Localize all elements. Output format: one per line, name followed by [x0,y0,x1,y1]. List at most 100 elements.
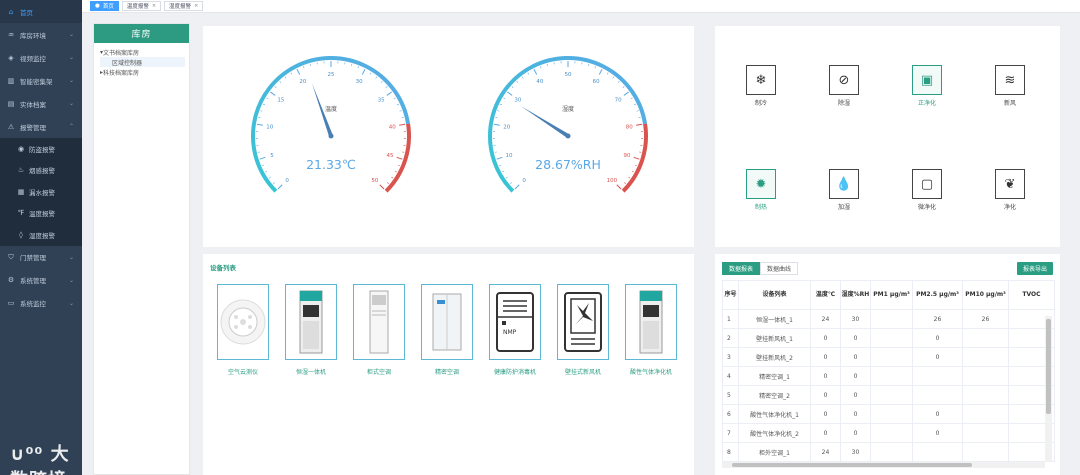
gauge-tick [273,182,275,185]
column-header[interactable]: PM1 μg/m³ [870,280,913,310]
tree-node[interactable]: 区域控制器 [100,57,185,67]
sidebar-item-2[interactable]: ◈ 视频监控 ⌄ [0,46,82,69]
sidebar-item2-2[interactable]: ▭ 系统监控 ⌄ [0,292,82,315]
tab-data-curve[interactable]: 数据曲线 [760,262,799,275]
disinfection-icon: NMP [489,284,541,360]
device-toggle-leaf[interactable]: ❦ 净化 [980,169,1040,211]
sidebar-item-5[interactable]: ⚠ 报警管理 ⌃ [0,115,82,138]
equipment-item[interactable]: 空气云测仪 [217,284,269,376]
tag-2[interactable]: 湿度报警 × [164,1,204,11]
gauge-tick [268,176,271,179]
equipment-item[interactable]: 恒湿一体机 [285,284,337,376]
column-header[interactable]: TVOC [1008,280,1055,310]
alarm-icon: ⚠ [7,122,15,131]
tree-node-label: 文书档案库房 [103,49,140,57]
column-header[interactable]: 温度℃ [810,280,841,310]
equipment-item[interactable]: NMP 健康防护消毒机 [489,284,541,376]
sidebar-item2-1[interactable]: ⚙ 系统管理 ⌄ [0,269,82,292]
tag-1[interactable]: 温度报警 × [121,1,162,11]
gauge-tick-label: 50 [371,178,378,184]
sidebar-subitem-1[interactable]: ♨ 烟感报警 [0,159,82,181]
gauge-panel: 0 5 10 15 20 25 30 35 40 45 50 温度 21.33℃ 0 10 20 30 40 50 6… [203,26,694,247]
table-cell: 0 [810,347,841,367]
monitor-icon: ▭ [7,299,15,307]
equipment-item[interactable]: 柜式空调 [353,284,405,376]
device-toggle-droplets[interactable]: 💧 加湿 [814,169,874,211]
device-toggle-snowflake[interactable]: ❄ 制冷 [731,65,791,107]
export-report-button[interactable]: 报表导出 [1016,262,1053,275]
equipment-item[interactable]: 壁挂式新风机 [557,284,609,376]
gauge-tick-label: 20 [299,79,306,85]
sidebar-item-4[interactable]: ▤ 实体档案 ⌄ [0,92,82,115]
tag-0[interactable]: ● 首页 [90,1,119,11]
sidebar-subitem-label: 温度报警 [29,210,55,219]
table-cell: 1 [722,309,739,329]
device-toggle-sun[interactable]: ✹ 制热 [731,169,791,211]
table-row[interactable]: 4 精密空调_1 0 0 [722,366,1055,386]
gauge-tick [296,68,301,75]
tab-data-report[interactable]: 数据报表 [722,262,761,275]
chevron-down-icon: ⌄ [68,299,74,307]
equipment-label: 空气云测仪 [227,369,258,376]
table-cell [870,442,913,462]
table-cell: 0 [810,423,841,443]
device-toggle-dehumidify[interactable]: ⊘ 除湿 [814,65,874,107]
column-header[interactable]: 设备列表 [738,280,811,310]
column-header[interactable]: PM10 μg/m³ [962,280,1009,310]
table-cell: 0 [912,404,963,424]
table-row[interactable]: 2 壁挂新风机_1 0 0 0 [722,328,1055,348]
close-icon[interactable]: × [152,3,156,9]
gauge-tick [266,97,269,100]
chevron-down-icon: ⌄ [68,100,74,107]
table-cell: 0 [840,347,871,367]
equipment-item[interactable]: 酸性气体净化机 [625,284,677,376]
table-row[interactable]: 5 精密空调_2 0 0 [722,385,1055,405]
table-cell [962,347,1009,367]
gauge-tick [636,110,639,112]
table-row[interactable]: 1 恒湿一体机_1 24 30 26 26 [722,309,1055,329]
sidebar-item2-0[interactable]: ⛉ 门禁管理 ⌄ [0,246,82,269]
droplets-icon: 💧 [829,169,859,199]
sidebar-subitem-3[interactable]: ℉ 温度报警 [0,202,82,224]
tree-node[interactable]: ▸ 科技档案库房 [100,67,189,77]
column-header[interactable]: 序号 [722,280,739,310]
gauge-tick-label: 50 [565,72,572,78]
table-cell [962,423,1009,443]
table-cell [912,385,963,405]
sidebar-subitem-0[interactable]: ◉ 防盗报警 [0,138,82,160]
table-cell: 4 [722,366,739,386]
micro-purify-icon: ▢ [912,169,942,199]
tree-title: 库房 [94,24,189,43]
device-label: 加湿 [837,204,850,211]
sidebar-item-0[interactable]: ⌂ 首页 [0,0,82,23]
device-toggle-fresh-air[interactable]: ≋ 新风 [980,65,1040,107]
close-icon[interactable]: × [194,3,198,9]
chevron-down-icon: ⌄ [68,54,74,61]
table-row[interactable]: 6 酸性气体净化机_1 0 0 0 [722,404,1055,424]
gauge-tick [375,76,378,79]
gauge-tick [546,63,548,66]
device-toggle-positive-purify[interactable]: ▣ 正净化 [897,65,957,107]
equipment-label: 酸性气体净化机 [629,369,672,376]
gauge-tick-label: 100 [607,178,618,184]
table-vertical-scrollbar[interactable] [1045,316,1052,462]
gauge-name: 湿度 [562,105,574,113]
sidebar-item-1[interactable]: ♒ 库房环境 ⌄ [0,23,82,46]
table-row[interactable]: 3 壁挂新风机_2 0 0 0 [722,347,1055,367]
column-header[interactable]: PM2.5 μg/m³ [912,280,963,310]
table-horizontal-scrollbar[interactable] [722,462,1045,468]
device-toggle-micro-purify[interactable]: ▢ 微净化 [897,169,957,211]
table-row[interactable]: 8 柜外空调_1 24 30 [722,442,1055,462]
table-cell: 壁挂新风机_1 [738,328,811,348]
column-header[interactable]: 湿度%RH [840,280,871,310]
tree-node[interactable]: ▾ 文书档案库房 [100,47,189,57]
equipment-item[interactable]: 精密空调 [421,284,473,376]
sidebar-subitem-4[interactable]: ◊ 湿度报警 [0,224,82,246]
sidebar-subitem-2[interactable]: ▦ 漏水报警 [0,181,82,203]
table-row[interactable]: 7 酸性气体净化机_2 0 0 0 [722,423,1055,443]
table-cell: 酸性气体净化机_2 [738,423,811,443]
gauge-tick [260,110,263,112]
sidebar-item-3[interactable]: ▥ 智能密集架 ⌄ [0,69,82,92]
gauge-tick [617,81,620,83]
gauge-tick [393,97,396,100]
